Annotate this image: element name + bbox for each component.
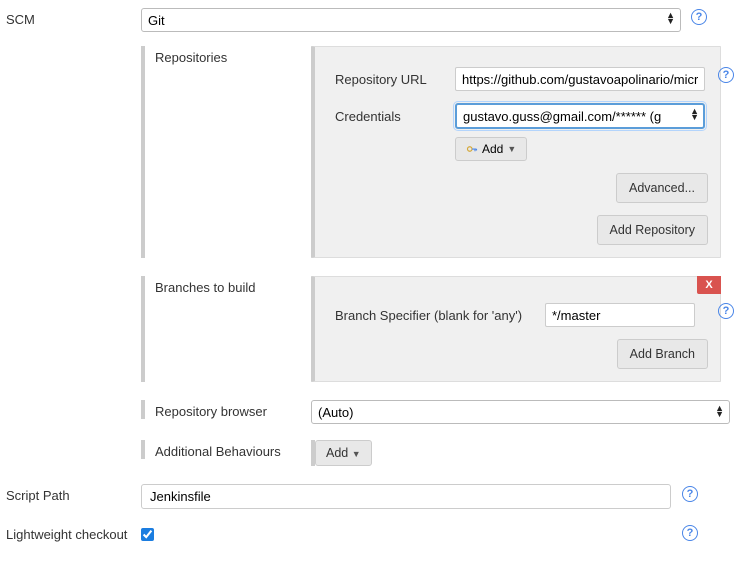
add-credentials-button[interactable]: Add ▼ — [455, 137, 527, 161]
advanced-button[interactable]: Advanced... — [616, 173, 708, 203]
help-icon[interactable]: ? — [718, 67, 734, 83]
add-label: Add — [482, 142, 503, 156]
scm-label: SCM — [6, 8, 141, 27]
chevron-down-icon: ▼ — [507, 144, 516, 154]
add-label: Add — [326, 446, 348, 460]
repo-browser-label: Repository browser — [155, 400, 311, 419]
repository-panel: Repository URL ? Credentials gustavo.gus… — [311, 46, 721, 258]
key-icon — [466, 143, 478, 155]
branch-specifier-input[interactable] — [545, 303, 695, 327]
branches-label: Branches to build — [155, 276, 255, 382]
add-repository-button[interactable]: Add Repository — [597, 215, 708, 245]
help-icon[interactable]: ? — [682, 486, 698, 502]
script-path-label: Script Path — [6, 484, 141, 503]
credentials-label: Credentials — [335, 109, 455, 124]
scm-select[interactable]: Git — [141, 8, 681, 32]
additional-behaviours-label: Additional Behaviours — [155, 440, 311, 459]
repo-browser-select[interactable]: (Auto) — [311, 400, 730, 424]
help-icon[interactable]: ? — [718, 303, 734, 319]
help-icon[interactable]: ? — [691, 9, 707, 25]
help-icon[interactable]: ? — [682, 525, 698, 541]
lightweight-checkout-label: Lightweight checkout — [6, 523, 141, 542]
repo-url-input[interactable] — [455, 67, 705, 91]
lightweight-checkout-checkbox[interactable] — [141, 528, 154, 541]
repo-url-label: Repository URL — [335, 72, 455, 87]
script-path-input[interactable] — [141, 484, 671, 509]
chevron-down-icon: ▼ — [352, 449, 361, 459]
credentials-select[interactable]: gustavo.guss@gmail.com/****** (g — [455, 103, 705, 129]
branch-panel: X Branch Specifier (blank for 'any') ? A… — [311, 276, 721, 382]
add-branch-button[interactable]: Add Branch — [617, 339, 708, 369]
branch-specifier-label: Branch Specifier (blank for 'any') — [335, 308, 545, 323]
repositories-label: Repositories — [155, 46, 227, 258]
add-behaviour-button[interactable]: Add ▼ — [315, 440, 372, 466]
close-branch-button[interactable]: X — [697, 276, 721, 294]
